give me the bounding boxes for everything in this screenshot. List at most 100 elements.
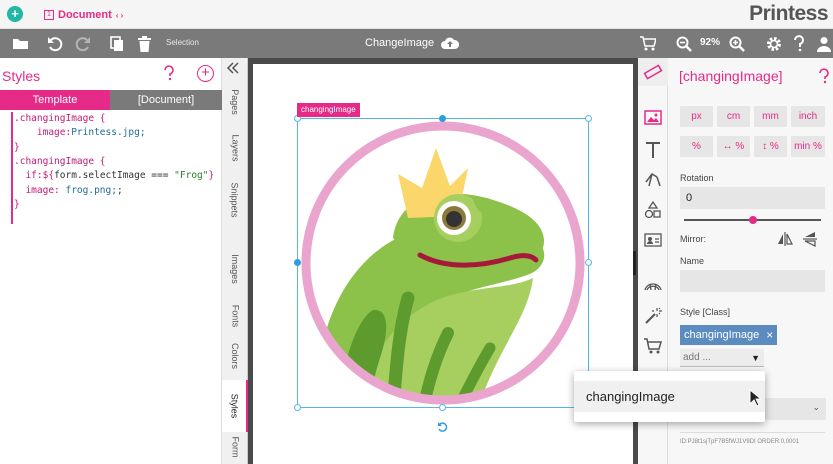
copy-icon[interactable] [108,29,126,58]
code-token: } [208,170,215,182]
add-class-select[interactable]: add ... ▼ [680,349,764,367]
rotation-slider[interactable] [684,216,821,224]
help-icon[interactable] [790,29,808,58]
unit-px-button[interactable]: px [680,106,713,127]
dropdown-item-changing-image[interactable]: changingImage [574,381,765,412]
mouse-cursor-icon [749,388,763,407]
code-token: form.selectImage === [54,170,175,182]
remove-class-icon[interactable]: × [766,325,773,345]
zoom-in-icon[interactable] [727,29,747,58]
code-line: .changingImage { [14,155,106,169]
unit-height-percent-button[interactable]: ↕ % [754,136,787,157]
brand-logo: Printess [749,2,828,25]
canvas-scroll-indicator[interactable] [633,251,636,275]
code-token: image: [14,127,72,139]
code-token: .changingImage { [14,155,106,167]
code-gutter-marker [11,112,13,224]
redo-icon[interactable] [73,29,93,58]
code-line: } [14,141,20,155]
cloud-upload-icon[interactable] [440,29,460,58]
trash-icon[interactable] [135,29,153,58]
tab-layers[interactable]: Layers [222,126,248,170]
unit-cm-button[interactable]: cm [717,106,750,127]
resize-handle-top-right[interactable] [585,115,592,122]
help-icon[interactable] [818,68,830,84]
mirror-label: Mirror: [680,234,706,244]
styles-tabs: Template [Document] [0,90,222,110]
code-line: image:Printess.jpg; [14,126,146,140]
document-number: 1 [44,10,54,20]
name-label: Name [680,256,705,266]
resize-handle-right[interactable] [585,259,592,266]
selection-frame-label: changingImage [297,103,360,117]
cart-icon[interactable] [643,336,663,356]
tab-form[interactable]: Form [222,436,248,464]
unit-width-percent-button[interactable]: ↔ % [717,136,750,157]
unit-inch-button[interactable]: inch [791,106,825,127]
css-code-editor[interactable]: .changingImage { image:Printess.jpg;} .ch… [0,110,222,464]
code-line: } [14,198,20,212]
properties-title: [changingImage] [679,68,783,84]
code-line: .changingImage { [14,112,106,126]
class-chip: changingImage × [680,325,778,345]
cart-icon[interactable] [638,29,658,58]
text-icon[interactable] [643,140,663,160]
code-token: if: [14,170,43,182]
vertical-tabs: Pages Layers Snippets Images Fonts Color… [222,58,248,464]
image-icon[interactable] [643,108,663,128]
selection-label: Selection [166,38,199,47]
collapse-panel-icon[interactable] [226,62,242,76]
gear-icon[interactable] [764,29,784,58]
document-tab-arrows-icon[interactable]: ‹ › [116,11,124,20]
unit-min-percent-button[interactable]: min % [791,136,825,157]
add-class-placeholder: add ... [683,352,711,363]
contact-card-icon[interactable] [643,230,663,250]
code-line: if:${form.selectImage === "Frog"} [14,169,214,183]
help-icon[interactable] [162,65,176,81]
chevron-down-icon: ▼ [751,353,760,363]
code-token: image: [14,184,66,196]
frame-icon[interactable] [643,276,663,296]
resize-handle-bottom-left[interactable] [294,404,301,411]
document-tab[interactable]: 1 Document ‹ › [44,6,123,24]
unit-mm-button[interactable]: mm [754,106,787,127]
selection-box[interactable] [294,115,592,411]
main-toolbar: Selection ChangeImage 92% [0,29,833,58]
add-style-button[interactable]: + [197,65,214,82]
name-input[interactable] [680,270,825,292]
tab-fonts[interactable]: Fonts [222,294,248,338]
mirror-horizontal-icon[interactable] [801,230,819,248]
resize-handle-bottom[interactable] [439,404,446,411]
shapes-icon[interactable] [643,200,663,220]
tab-images[interactable]: Images [222,244,248,294]
tab-colors[interactable]: Colors [222,334,248,378]
zoom-out-icon[interactable] [674,29,694,58]
add-document-button[interactable]: + [7,6,23,22]
class-chip-label: changingImage [684,329,760,341]
resize-handle-left[interactable] [294,259,301,266]
undo-icon[interactable] [45,29,65,58]
rotate-handle-icon[interactable] [437,421,449,433]
ruler-tab[interactable] [638,58,668,86]
code-token: ; [116,184,123,196]
resize-handle-top[interactable] [439,115,446,122]
tab-styles[interactable]: Styles [222,380,248,432]
tab-template[interactable]: Template [0,90,110,110]
class-suggestion-dropdown: changingImage [574,371,765,422]
code-line: image: frog.png;; [14,184,123,198]
rotation-slider-thumb[interactable] [748,216,757,224]
folder-icon[interactable] [10,29,30,58]
tab-pages[interactable]: Pages [222,80,248,124]
user-icon[interactable] [815,29,833,58]
mirror-vertical-icon[interactable] [776,230,794,248]
pen-icon[interactable] [643,170,663,190]
rotation-input[interactable]: 0 [680,187,825,209]
magic-wand-icon[interactable] [643,306,663,326]
styles-panel: Styles + Template [Document] .changingIm… [0,58,222,464]
tab-document[interactable]: [Document] [110,90,222,110]
tab-snippets[interactable]: Snippets [222,174,248,226]
unit-percent-button[interactable]: % [680,136,713,157]
zoom-level: 92% [700,37,721,48]
chevron-down-icon: ⌄ [812,402,820,412]
code-token: frog.png; [65,184,117,196]
